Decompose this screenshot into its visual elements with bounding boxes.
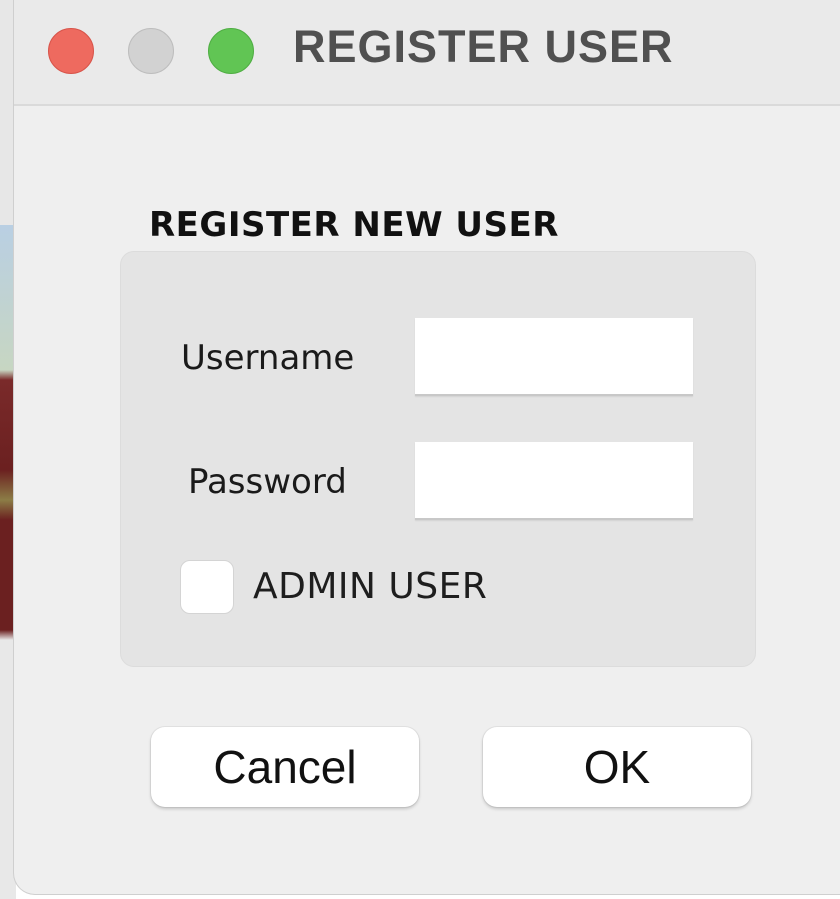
title-bar: REGISTER USER	[14, 0, 840, 106]
username-label: Username	[181, 338, 355, 378]
admin-user-label[interactable]: ADMIN USER	[253, 566, 487, 607]
register-user-dialog: REGISTER USER REGISTER NEW USER Username…	[13, 0, 840, 895]
cancel-button[interactable]: Cancel	[151, 727, 419, 807]
group-title: REGISTER NEW USER	[149, 205, 559, 245]
close-window-button[interactable]	[48, 28, 94, 74]
ok-button[interactable]: OK	[483, 727, 751, 807]
admin-user-checkbox[interactable]	[180, 560, 234, 614]
password-label: Password	[188, 462, 347, 502]
minimize-window-button[interactable]	[128, 28, 174, 74]
window-title: REGISTER USER	[293, 21, 674, 72]
password-input[interactable]	[415, 442, 693, 520]
username-input[interactable]	[415, 318, 693, 396]
zoom-window-button[interactable]	[208, 28, 254, 74]
